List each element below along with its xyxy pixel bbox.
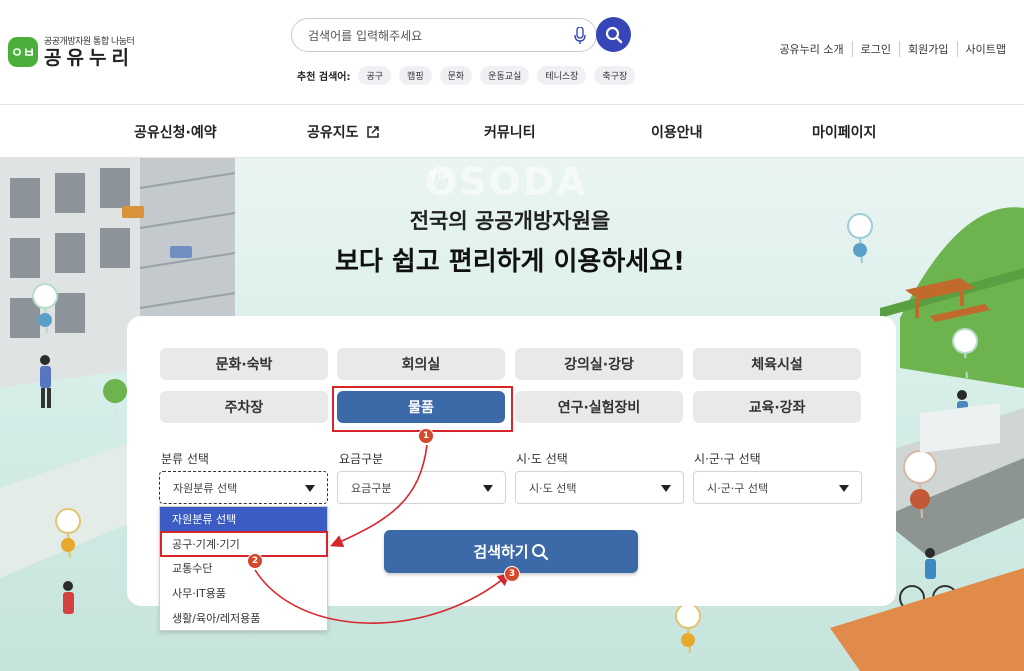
category-sports-facility[interactable]: 체육시설 [693,348,861,380]
utility-links: 공유누리 소개 로그인 회원가입 사이트맵 [771,41,1014,57]
dropdown-arrow-icon [305,485,315,492]
province-select[interactable]: 시·도 선택 [515,471,684,504]
annotation-box-goods [332,386,513,432]
category-research-equipment[interactable]: 연구·실험장비 [515,391,683,423]
step-badge-3: 3 [504,566,520,582]
category-culture-lodging[interactable]: 문화·숙박 [160,348,328,380]
nav-item-guide[interactable]: 이용안내 [651,122,703,142]
login-link[interactable]: 로그인 [851,41,899,57]
classification-label: 분류 선택 [161,452,209,466]
district-label: 시·군·구 선택 [694,452,761,466]
classification-select[interactable]: 자원분류 선택 [159,471,328,504]
site-header: ㅇㅂ 공공개방자원 통합 나눔터 공유누리 추천 검색어: 공구 캠핑 문화 운… [0,0,1024,104]
category-education[interactable]: 교육·강좌 [693,391,861,423]
district-select[interactable]: 시·군·구 선택 [693,471,862,504]
nav-item-reservation[interactable]: 공유신청·예약 [134,122,217,142]
signup-link[interactable]: 회원가입 [899,41,956,57]
microphone-icon[interactable] [574,27,586,45]
logo-subtitle: 공공개방자원 통합 나눔터 [44,37,135,47]
district-select-value: 시·군·구 선택 [707,481,769,495]
category-lecture-hall[interactable]: 강의실·강당 [515,348,683,380]
dropdown-arrow-icon [839,485,849,492]
classification-select-value: 자원분류 선택 [173,481,238,495]
site-logo[interactable]: ㅇㅂ 공공개방자원 통합 나눔터 공유누리 [8,34,135,69]
dropdown-option[interactable]: 교통수단 [160,556,327,581]
keyword-tag[interactable]: 테니스장 [537,66,587,85]
nav-item-mypage[interactable]: 마이페이지 [812,122,876,142]
keyword-tag[interactable]: 공구 [358,66,392,85]
dropdown-option[interactable]: 자원분류 선택 [160,507,327,532]
nav-item-map[interactable]: 공유지도 [307,122,380,142]
search-icon [531,543,548,560]
hero-headline: 전국의 공공개방자원을 보다 쉽고 편리하게 이용하세요! [250,205,770,278]
step-badge-1: 1 [418,428,434,444]
search-input[interactable] [308,26,538,46]
province-label: 시·도 선택 [516,452,568,466]
step-badge-2: 2 [247,553,263,569]
keyword-tag[interactable]: 축구장 [594,66,636,85]
annotation-box-tools [160,531,328,557]
dropdown-option[interactable]: 사무·IT용품 [160,581,327,606]
recommend-label: 추천 검색어: [297,72,351,83]
keyword-tag[interactable]: 문화 [439,66,473,85]
nav-item-map-label: 공유지도 [307,125,359,141]
external-link-icon [367,126,380,138]
dropdown-option[interactable]: 생활/육아/레저용품 [160,605,327,630]
category-meeting-room[interactable]: 회의실 [337,348,505,380]
fee-type-select[interactable]: 요금구분 [337,471,506,504]
nav-item-community[interactable]: 커뮤니티 [484,122,536,142]
keyword-tag[interactable]: 운동교실 [480,66,530,85]
category-parking[interactable]: 주차장 [160,391,328,423]
hero-line-2: 보다 쉽고 편리하게 이용하세요! [335,247,685,277]
logo-title: 공유누리 [44,47,134,69]
fee-type-label: 요금구분 [339,452,384,466]
main-nav: 공유신청·예약 공유지도 커뮤니티 이용안내 마이페이지 [0,104,1024,158]
logo-mark-icon: ㅇㅂ [8,36,38,67]
fee-type-select-value: 요금구분 [351,481,392,495]
search-bar [291,18,597,52]
hero-line-1: 전국의 공공개방자원을 [409,209,611,233]
recommended-keywords: 추천 검색어: 공구 캠핑 문화 운동교실 테니스장 축구장 [297,66,643,85]
province-select-value: 시·도 선택 [529,481,577,495]
keyword-tag[interactable]: 캠핑 [399,66,432,85]
dropdown-arrow-icon [661,485,671,492]
sitemap-link[interactable]: 사이트맵 [956,41,1014,57]
search-button[interactable] [596,17,631,52]
search-submit-label: 검색하기 [473,543,529,561]
search-icon [605,26,622,43]
classification-dropdown-list: 자원분류 선택 공구·기계·기기 교통수단 사무·IT용품 생활/육아/레저용품 [159,506,328,631]
dropdown-arrow-icon [483,485,493,492]
about-link[interactable]: 공유누리 소개 [771,41,851,57]
watermark: OSODA [425,160,588,204]
